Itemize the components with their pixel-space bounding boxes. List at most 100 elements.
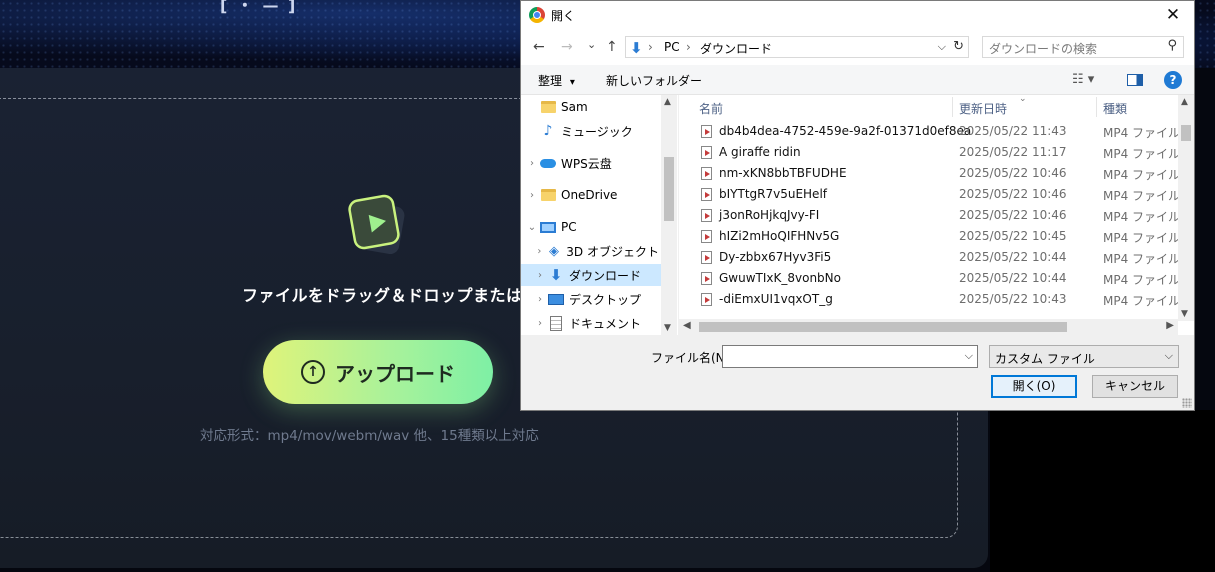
- cancel-button[interactable]: キャンセル: [1092, 375, 1178, 398]
- column-header-type[interactable]: 種類: [1103, 95, 1127, 119]
- back-arrow-icon[interactable]: ←: [533, 39, 545, 55]
- cloud-icon: [539, 155, 557, 171]
- nav-item-label: Sam: [561, 100, 588, 114]
- file-list-scrollbar[interactable]: ▲ ▼: [1178, 95, 1194, 321]
- address-dropdown-chevron-icon[interactable]: ⌵: [938, 40, 946, 54]
- expand-chevron-icon[interactable]: ›: [525, 158, 539, 169]
- scroll-right-arrow-icon[interactable]: ▶: [1166, 320, 1174, 331]
- file-row[interactable]: GwuwTIxK_8vonbNo 2025/05/22 10:44 MP4 ファ…: [679, 268, 1180, 289]
- up-arrow-icon[interactable]: ↑: [606, 39, 618, 55]
- file-type: MP4 ファイル: [1103, 210, 1181, 224]
- file-type: MP4 ファイル: [1103, 231, 1181, 245]
- new-folder-button[interactable]: 新しいフォルダー: [606, 72, 702, 89]
- file-date: 2025/05/22 10:46: [959, 187, 1067, 201]
- nav-item-onedrive[interactable]: › OneDrive: [525, 184, 659, 206]
- nav-item-3d-objects[interactable]: › ◈ 3D オブジェクト: [533, 240, 659, 262]
- organize-button[interactable]: 整理 ▾: [538, 72, 575, 89]
- nav-item-documents[interactable]: › ドキュメント: [533, 312, 659, 334]
- recent-locations-chevron-icon[interactable]: ⌄: [587, 38, 596, 51]
- file-date: 2025/05/22 10:43: [959, 292, 1067, 306]
- nav-item-label: ダウンロード: [569, 268, 642, 283]
- search-input[interactable]: ダウンロードの検索 ⚲: [982, 36, 1184, 58]
- file-date: 2025/05/22 10:44: [959, 271, 1067, 285]
- file-row[interactable]: j3onRoHjkqJvy-FI 2025/05/22 10:46 MP4 ファ…: [679, 205, 1180, 226]
- file-row[interactable]: bIYTtgR7v5uEHelf 2025/05/22 10:46 MP4 ファ…: [679, 184, 1180, 205]
- nav-item-music[interactable]: ♪ ミュージック: [539, 120, 659, 142]
- navigation-pane: Sam ♪ ミュージック › WPS云盘 › OneDrive ⌄ PC › ◈…: [521, 95, 678, 335]
- organize-caret-icon: ▾: [569, 77, 575, 88]
- scroll-left-arrow-icon[interactable]: ◀: [683, 320, 691, 331]
- expand-chevron-icon[interactable]: ›: [533, 270, 547, 281]
- forward-arrow-icon[interactable]: →: [561, 39, 573, 55]
- file-list-horizontal-scrollbar[interactable]: ◀ ▶: [679, 319, 1178, 335]
- preview-pane-icon[interactable]: [1127, 74, 1143, 86]
- expand-chevron-icon[interactable]: ›: [533, 246, 546, 257]
- file-list: 名前 更新日時 ⌄ 種類 db4b4dea-4752-459e-9a2f-013…: [679, 94, 1194, 335]
- scrollbar-thumb[interactable]: [664, 157, 674, 221]
- nav-item-downloads[interactable]: › ⬇ ダウンロード: [521, 264, 661, 286]
- expand-chevron-icon[interactable]: ›: [525, 190, 539, 201]
- video-file-icon: [701, 251, 712, 264]
- folder-icon: [539, 99, 557, 115]
- video-file-icon: [701, 188, 712, 201]
- nav-item-label: ドキュメント: [569, 316, 642, 331]
- nav-item-label: 3D オブジェクト: [566, 244, 659, 259]
- video-file-icon: [701, 230, 712, 243]
- scroll-down-arrow-icon[interactable]: ▼: [664, 323, 671, 333]
- scroll-up-arrow-icon[interactable]: ▲: [664, 97, 671, 107]
- dialog-title: 開く: [551, 9, 576, 23]
- scroll-down-arrow-icon[interactable]: ▼: [1181, 309, 1188, 319]
- column-header-name[interactable]: 名前: [699, 95, 723, 119]
- document-icon: [547, 315, 565, 331]
- scroll-up-arrow-icon[interactable]: ▲: [1181, 97, 1188, 107]
- column-divider[interactable]: [952, 97, 953, 117]
- expand-chevron-icon[interactable]: ›: [533, 318, 547, 329]
- upload-button-label: アップロード: [335, 361, 455, 386]
- nav-pane-scrollbar[interactable]: ▲ ▼: [661, 95, 677, 335]
- file-row[interactable]: -diEmxUI1vqxOT_g 2025/05/22 10:43 MP4 ファ…: [679, 289, 1180, 310]
- nav-item-desktop[interactable]: › デスクトップ: [533, 288, 659, 310]
- file-row[interactable]: A giraffe ridin 2025/05/22 11:17 MP4 ファイ…: [679, 142, 1180, 163]
- file-date: 2025/05/22 10:46: [959, 166, 1067, 180]
- file-row[interactable]: hIZi2mHoQIFHNv5G 2025/05/22 10:45 MP4 ファ…: [679, 226, 1180, 247]
- page-background-dark: [990, 410, 1215, 572]
- file-row[interactable]: nm-xKN8bbTBFUDHE 2025/05/22 10:46 MP4 ファ…: [679, 163, 1180, 184]
- download-icon: ⬇: [549, 266, 563, 284]
- column-divider[interactable]: [1096, 97, 1097, 117]
- file-type-select[interactable]: カスタム ファイル ⌵: [989, 345, 1179, 368]
- nav-item-label: WPS云盘: [561, 156, 612, 171]
- file-name-input[interactable]: ⌵: [722, 345, 978, 368]
- video-file-icon: [701, 293, 712, 306]
- open-button[interactable]: 開く(O): [991, 375, 1077, 398]
- column-header-modified[interactable]: 更新日時: [959, 95, 1007, 119]
- file-row[interactable]: db4b4dea-4752-459e-9a2f-01371d0ef8ea 202…: [679, 121, 1180, 142]
- resize-grip-icon[interactable]: [1182, 398, 1192, 408]
- view-options-icon[interactable]: ☷ ▾: [1072, 72, 1094, 87]
- file-name: Dy-zbbx67Hyv3Fi5: [719, 250, 832, 264]
- scrollbar-thumb[interactable]: [1181, 125, 1191, 141]
- refresh-icon[interactable]: ↻: [953, 39, 964, 54]
- dialog-title-bar[interactable]: 開く ✕: [521, 1, 1194, 31]
- help-icon[interactable]: ?: [1164, 71, 1182, 89]
- video-file-icon: [701, 209, 712, 222]
- file-type: MP4 ファイル: [1103, 168, 1181, 182]
- upload-button[interactable]: ↑ アップロード: [263, 340, 493, 404]
- nav-item-sam[interactable]: Sam: [539, 96, 659, 118]
- collapse-chevron-icon[interactable]: ⌄: [525, 222, 539, 233]
- dialog-footer: ファイル名(N): ⌵ カスタム ファイル ⌵ 開く(O) キャンセル: [521, 335, 1194, 410]
- address-bar[interactable]: ⬇ › PC › ダウンロード › ⌵ ↻: [625, 36, 969, 58]
- file-type: MP4 ファイル: [1103, 189, 1181, 203]
- chevron-down-icon: ⌵: [1164, 349, 1173, 362]
- file-row[interactable]: Dy-zbbx67Hyv3Fi5 2025/05/22 10:44 MP4 ファ…: [679, 247, 1180, 268]
- nav-item-wps-cloud[interactable]: › WPS云盘: [525, 152, 659, 174]
- expand-chevron-icon[interactable]: ›: [533, 294, 547, 305]
- file-type-value: カスタム ファイル: [995, 352, 1095, 366]
- supported-formats-text: 対応形式：mp4/mov/webm/wav 他、15種類以上対応: [200, 428, 539, 444]
- close-button[interactable]: ✕: [1158, 3, 1188, 27]
- nav-item-pc[interactable]: ⌄ PC: [525, 216, 659, 238]
- scrollbar-thumb[interactable]: [699, 322, 1067, 332]
- breadcrumb-pc[interactable]: PC: [664, 40, 680, 54]
- search-placeholder: ダウンロードの検索: [989, 42, 1098, 56]
- file-date: 2025/05/22 11:17: [959, 145, 1067, 159]
- file-name-dropdown-icon[interactable]: ⌵: [965, 349, 973, 363]
